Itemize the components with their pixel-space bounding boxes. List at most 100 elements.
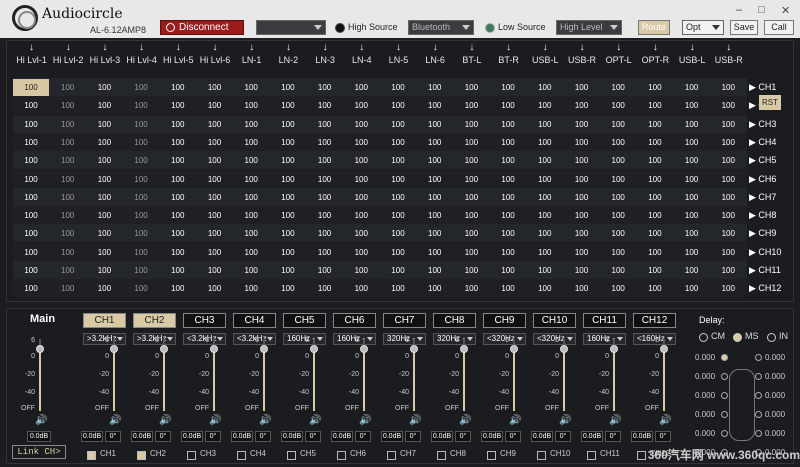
matrix-cell[interactable]: 100 [343,280,379,297]
matrix-cell[interactable]: 100 [233,189,269,206]
high-source-radio[interactable] [335,23,345,33]
matrix-cell[interactable]: 100 [380,152,416,169]
matrix-cell[interactable]: 100 [123,207,159,224]
speaker-mute-icon[interactable]: 🔊 [309,416,321,426]
channel-select-CH1[interactable]: CH1 [83,313,126,328]
matrix-cell[interactable]: 100 [270,97,306,114]
matrix-cell[interactable]: 100 [453,262,489,279]
matrix-cell[interactable]: 100 [160,262,196,279]
channel-select-CH9[interactable]: CH9 [483,313,526,328]
matrix-cell[interactable]: 100 [674,116,710,133]
matrix-cell[interactable]: 100 [13,189,49,206]
fader-knob[interactable] [210,345,218,353]
channel-link-checkbox[interactable] [537,451,546,460]
matrix-cell[interactable]: 100 [270,152,306,169]
matrix-cell[interactable]: 100 [123,116,159,133]
matrix-cell[interactable]: 100 [564,280,600,297]
matrix-cell[interactable]: 100 [453,152,489,169]
matrix-cell[interactable]: 100 [86,97,122,114]
matrix-cell[interactable]: 100 [637,225,673,242]
matrix-cell[interactable]: 100 [123,79,159,96]
matrix-cell[interactable]: 100 [197,280,233,297]
matrix-cell[interactable]: 100 [123,134,159,151]
channel-gain-value[interactable]: 0.0dB [181,431,203,442]
matrix-cell[interactable]: 100 [674,171,710,188]
matrix-cell[interactable]: 100 [270,262,306,279]
matrix-cell[interactable]: 100 [417,97,453,114]
matrix-cell[interactable]: 100 [637,116,673,133]
minimize-icon[interactable]: – [736,4,742,16]
matrix-cell[interactable]: 100 [13,280,49,297]
matrix-cell[interactable]: 100 [417,152,453,169]
matrix-cell[interactable]: 100 [50,134,86,151]
matrix-cell[interactable]: 100 [343,171,379,188]
matrix-cell[interactable]: 100 [527,171,563,188]
matrix-cell[interactable]: 100 [307,262,343,279]
matrix-cell[interactable]: 100 [307,97,343,114]
channel-phase-value[interactable]: 0° [605,431,621,442]
matrix-cell[interactable]: 100 [674,225,710,242]
speaker-mute-icon[interactable]: 🔊 [259,416,271,426]
matrix-cell[interactable]: 100 [343,134,379,151]
matrix-cell[interactable]: 100 [13,79,49,96]
channel-gain-value[interactable]: 0.0dB [281,431,303,442]
matrix-cell[interactable]: 100 [343,189,379,206]
channel-gain-value[interactable]: 0.0dB [81,431,103,442]
matrix-cell[interactable]: 100 [123,171,159,188]
matrix-cell[interactable]: 100 [564,207,600,224]
matrix-cell[interactable]: 100 [417,189,453,206]
channel-gain-value[interactable]: 0.0dB [331,431,353,442]
matrix-cell[interactable]: 100 [710,152,746,169]
matrix-cell[interactable]: 100 [197,152,233,169]
matrix-cell[interactable]: 100 [527,79,563,96]
delay-value[interactable]: 0.000 [695,372,721,381]
matrix-cell[interactable]: 100 [600,207,636,224]
matrix-cell[interactable]: 100 [307,244,343,261]
channel-gain-value[interactable]: 0.0dB [131,431,153,442]
matrix-cell[interactable]: 100 [86,152,122,169]
fader-knob[interactable] [160,345,168,353]
matrix-cell[interactable]: 100 [527,97,563,114]
channel-gain-value[interactable]: 0.0dB [231,431,253,442]
route-button[interactable]: Route [638,20,670,35]
matrix-cell[interactable]: 100 [380,207,416,224]
in-radio[interactable] [767,333,776,342]
matrix-cell[interactable]: 100 [343,79,379,96]
matrix-cell[interactable]: 100 [13,262,49,279]
matrix-cell[interactable]: 100 [307,152,343,169]
delay-value[interactable]: 0.000 [695,353,721,362]
delay-value[interactable]: 0.000 [765,372,791,381]
delay-speaker-dot[interactable] [721,354,728,361]
matrix-cell[interactable]: 100 [160,171,196,188]
channel-phase-value[interactable]: 0° [105,431,121,442]
matrix-cell[interactable]: 100 [453,171,489,188]
channel-link-checkbox[interactable] [87,451,96,460]
channel-gain-value[interactable]: 0.0dB [631,431,653,442]
reset-button[interactable]: RST [759,95,781,110]
call-button[interactable]: Call [764,20,794,35]
matrix-cell[interactable]: 100 [453,116,489,133]
matrix-cell[interactable]: 100 [233,280,269,297]
matrix-cell[interactable]: 100 [197,244,233,261]
matrix-cell[interactable]: 100 [710,207,746,224]
delay-speaker-dot[interactable] [755,430,762,437]
matrix-cell[interactable]: 100 [600,280,636,297]
channel-phase-value[interactable]: 0° [155,431,171,442]
matrix-cell[interactable]: 100 [13,244,49,261]
matrix-cell[interactable]: 100 [197,134,233,151]
fader-knob[interactable] [110,345,118,353]
matrix-cell[interactable]: 100 [233,207,269,224]
fader-knob[interactable] [510,345,518,353]
matrix-cell[interactable]: 100 [343,97,379,114]
matrix-cell[interactable]: 100 [380,280,416,297]
delay-value[interactable]: 0.000 [765,429,791,438]
speaker-mute-icon[interactable]: 🔊 [359,416,371,426]
matrix-cell[interactable]: 100 [13,171,49,188]
matrix-cell[interactable]: 100 [380,244,416,261]
matrix-cell[interactable]: 100 [160,225,196,242]
delay-speaker-dot[interactable] [755,411,762,418]
channel-phase-value[interactable]: 0° [455,431,471,442]
matrix-cell[interactable]: 100 [417,225,453,242]
matrix-cell[interactable]: 100 [710,262,746,279]
speaker-mute-icon[interactable]: 🔊 [609,416,621,426]
